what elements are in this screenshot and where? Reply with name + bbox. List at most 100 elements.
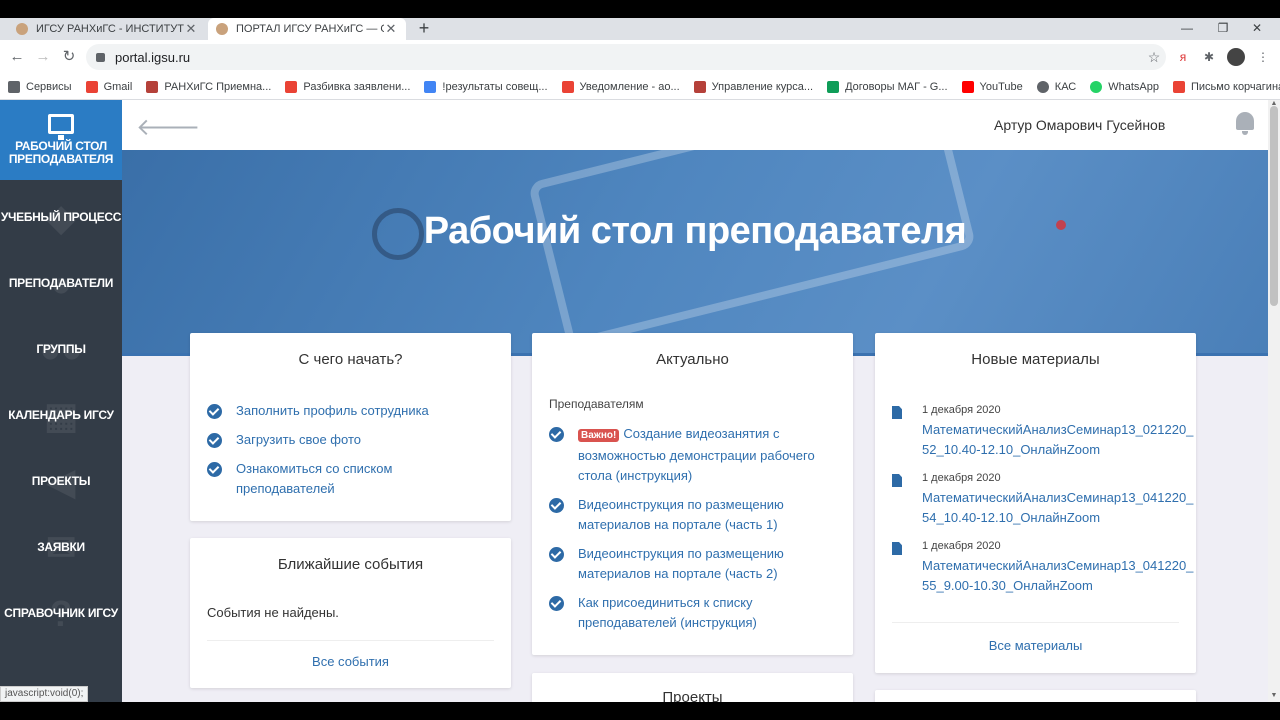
browser-window: ИГСУ РАНХиГС - ИНСТИТУТ ГОСУДАРСТВЕННОЙ … <box>0 18 1280 702</box>
document-icon <box>892 474 902 487</box>
important-badge: Важно! <box>578 429 620 442</box>
all-events-link[interactable]: Все события <box>190 654 511 669</box>
browser-toolbar: ← → ↻ portal.igsu.ru ☆ я ✱ ⋮ <box>0 40 1280 74</box>
list-item[interactable]: Заполнить профиль сотрудника <box>207 401 497 421</box>
card-title: Проекты <box>662 689 723 702</box>
scroll-down-icon[interactable]: ▼ <box>1270 692 1278 699</box>
page-scrollbar[interactable]: ▲ ▼ <box>1268 100 1280 702</box>
material-name[interactable]: МатематическийАнализСеминар13_021220_52_… <box>922 420 1196 460</box>
tab-title: ИГСУ РАНХиГС - ИНСТИТУТ ГОСУДАРСТВЕННОЙ <box>36 23 184 35</box>
sidebar-item-calendar[interactable]: ▦ КАЛЕНДАРЬ ИГСУ <box>0 382 122 448</box>
sidebar-item-desktop[interactable]: РАБОЧИЙ СТОЛ ПРЕПОДАВАТЕЛЯ <box>0 100 122 180</box>
all-materials-link[interactable]: Все материалы <box>875 638 1196 653</box>
bookmark-kas[interactable]: КАС <box>1036 80 1076 93</box>
document-icon <box>892 406 902 419</box>
material-name[interactable]: МатематическийАнализСеминар13_041220_54_… <box>922 488 1196 528</box>
actual-list: Важно! Создание видеозанятия с возможност… <box>549 424 834 633</box>
ranepa-icon <box>146 80 159 93</box>
sidebar-item-label: ПРОЕКТЫ <box>31 473 91 488</box>
tab-title: ПОРТАЛ ИГСУ РАНХиГС — Обр <box>236 23 384 35</box>
address-bar[interactable]: portal.igsu.ru ☆ <box>86 44 1166 70</box>
list-item[interactable]: Ознакомиться со списком преподавателей <box>207 459 497 499</box>
sidebar-item-handbook[interactable]: ? СПРАВОЧНИК ИГСУ <box>0 580 122 646</box>
star-icon[interactable]: ☆ <box>1142 49 1166 66</box>
list-item[interactable]: Видеоинструкция по размещению материалов… <box>549 544 834 584</box>
material-date: 1 декабря 2020 <box>922 540 1001 552</box>
forward-arrow-icon[interactable]: → <box>32 46 54 68</box>
sidebar-item-label: СПРАВОЧНИК ИГСУ <box>4 605 118 620</box>
ranepa-favicon-icon <box>16 23 28 35</box>
profile-avatar[interactable] <box>1227 48 1245 66</box>
material-name[interactable]: МатематическийАнализСеминар13_041220_55_… <box>922 556 1196 596</box>
list-item[interactable]: 1 декабря 2020 МатематическийАнализСемин… <box>892 404 1196 460</box>
back-arrow-icon[interactable]: 🡐 <box>136 112 200 142</box>
globe-icon <box>1036 80 1049 93</box>
materials-list: 1 декабря 2020 МатематическийАнализСемин… <box>892 404 1196 596</box>
scroll-thumb[interactable] <box>1270 106 1278 306</box>
yandex-extension-icon[interactable]: я <box>1174 48 1192 66</box>
events-empty-text: События не найдены. <box>207 605 339 620</box>
page-content: РАБОЧИЙ СТОЛ ПРЕПОДАВАТЕЛЯ ◆ УЧЕБНЫЙ ПРО… <box>0 100 1280 702</box>
list-item[interactable]: Загрузить свое фото <box>207 430 497 450</box>
bookmark-razbivka[interactable]: Разбивка заявлени... <box>285 80 410 93</box>
bookmark-gmail[interactable]: Gmail <box>85 80 132 93</box>
status-bar: javascript:void(0); <box>0 686 89 702</box>
document-icon <box>892 542 902 555</box>
google-icon <box>424 80 437 93</box>
reload-icon[interactable]: ↻ <box>58 46 80 68</box>
menu-dots-icon[interactable]: ⋮ <box>1254 48 1272 66</box>
bookmark-ranepa[interactable]: РАНХиГС Приемна... <box>146 80 271 93</box>
check-circle-icon <box>207 462 222 477</box>
sidebar-item-groups[interactable]: ●● ГРУППЫ <box>0 316 122 382</box>
list-item[interactable]: Важно! Создание видеозанятия с возможност… <box>549 424 834 486</box>
url-text[interactable]: portal.igsu.ru <box>115 50 1142 65</box>
sidebar-item-label: ЗАЯВКИ <box>37 539 85 554</box>
sidebar-item-label: УЧЕБНЫЙ ПРОЦЕСС <box>0 209 122 224</box>
sidebar-item-projects[interactable]: ◀ ПРОЕКТЫ <box>0 448 122 514</box>
bookmark-whatsapp[interactable]: WhatsApp <box>1090 80 1159 93</box>
sidebar-item-label: ПРЕПОДАВАТЕЛИ <box>8 275 114 290</box>
list-item[interactable]: Как присоединиться к списку преподавател… <box>549 593 834 633</box>
tab-close-icon[interactable]: ✕ <box>184 21 198 37</box>
materials-card: Новые материалы 1 декабря 2020 Математич… <box>875 333 1196 673</box>
new-tab-button[interactable]: + <box>414 18 434 40</box>
monitor-icon <box>48 114 74 140</box>
tab-igsu[interactable]: ИГСУ РАНХиГС - ИНСТИТУТ ГОСУДАРСТВЕННОЙ … <box>8 18 206 40</box>
bookmark-youtube[interactable]: YouTube <box>961 80 1023 93</box>
user-name[interactable]: Артур Омарович Гусейнов <box>994 117 1165 133</box>
check-circle-icon <box>549 427 564 442</box>
check-circle-icon <box>207 433 222 448</box>
divider <box>892 622 1179 623</box>
top-bar: 🡐 Артур Омарович Гусейнов <box>122 100 1268 150</box>
material-date: 1 декабря 2020 <box>922 472 1001 484</box>
divider <box>207 640 494 641</box>
bookmark-courses[interactable]: Управление курса... <box>693 80 813 93</box>
bookmark-letter[interactable]: Письмо корчагина... <box>1172 80 1280 93</box>
back-arrow-icon[interactable]: ← <box>6 46 28 68</box>
tab-strip: ИГСУ РАНХиГС - ИНСТИТУТ ГОСУДАРСТВЕННОЙ … <box>0 18 1280 40</box>
window-close-button[interactable]: ✕ <box>1234 18 1280 40</box>
card-title: Ближайшие события <box>277 556 424 573</box>
card-title: Актуально <box>656 351 729 368</box>
bookmark-notice[interactable]: Уведомление - ао... <box>561 80 680 93</box>
tab-portal[interactable]: ПОРТАЛ ИГСУ РАНХиГС — Обр ✕ <box>208 18 406 40</box>
list-item[interactable]: 1 декабря 2020 МатематическийАнализСемин… <box>892 472 1196 528</box>
youtube-icon <box>961 80 974 93</box>
bell-icon[interactable] <box>1234 112 1256 136</box>
list-item[interactable]: Видеоинструкция по размещению материалов… <box>549 495 834 535</box>
check-circle-icon <box>549 547 564 562</box>
bookmark-services[interactable]: Сервисы <box>8 80 72 93</box>
gmail-icon <box>561 80 574 93</box>
sidebar-item-requests[interactable]: ✉ ЗАЯВКИ <box>0 514 122 580</box>
sidebar-item-teachers[interactable]: ● ПРЕПОДАВАТЕЛИ <box>0 250 122 316</box>
whatsapp-icon <box>1090 80 1103 93</box>
card-title: С чего начать? <box>298 351 403 368</box>
bookmark-results[interactable]: !результаты совещ... <box>424 80 548 93</box>
sidebar-item-study[interactable]: ◆ УЧЕБНЫЙ ПРОЦЕСС <box>0 184 122 250</box>
tab-close-icon[interactable]: ✕ <box>384 21 398 37</box>
check-circle-icon <box>207 404 222 419</box>
list-item[interactable]: 1 декабря 2020 МатематическийАнализСемин… <box>892 540 1196 596</box>
ranepa-favicon-icon <box>216 23 228 35</box>
bookmark-contracts[interactable]: Договоры МАГ - G... <box>827 80 948 93</box>
extensions-puzzle-icon[interactable]: ✱ <box>1200 48 1218 66</box>
